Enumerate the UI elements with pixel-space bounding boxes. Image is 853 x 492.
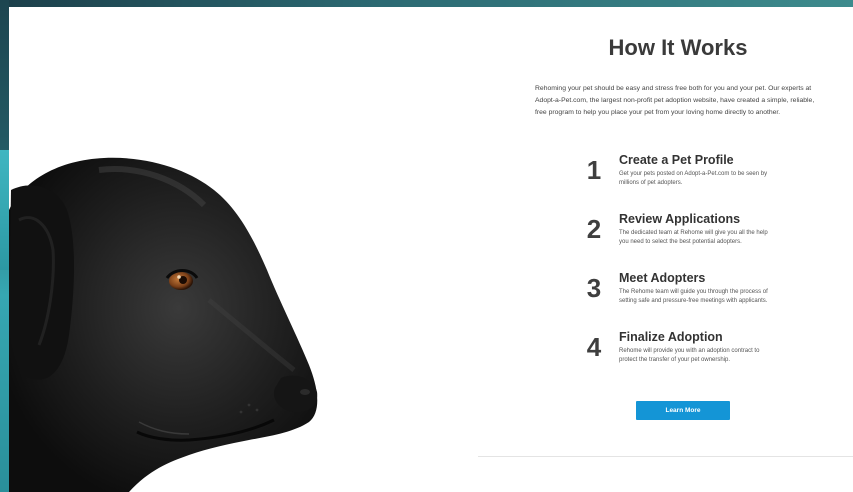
top-frame-bar xyxy=(0,0,853,7)
step-description: The dedicated team at Rehome will give y… xyxy=(619,230,768,245)
step-number: 3 xyxy=(586,273,602,303)
step-number: 1 xyxy=(586,155,602,185)
step-title: Review Applications xyxy=(619,212,741,226)
step-number: 2 xyxy=(586,214,602,244)
step-item: 4 Finalize Adoption Rehome will provide … xyxy=(582,330,782,389)
step-title: Meet Adopters xyxy=(619,271,706,285)
step-item: 1 Create a Pet Profile Get your pets pos… xyxy=(582,153,782,212)
learn-more-button[interactable]: Learn More xyxy=(636,401,730,420)
left-frame-accent xyxy=(0,150,9,270)
section-divider xyxy=(478,456,853,457)
steps-list: 1 Create a Pet Profile Get your pets pos… xyxy=(582,153,782,389)
dog-image xyxy=(9,150,339,492)
section-intro: Rehoming your pet should be easy and str… xyxy=(535,85,815,116)
step-number: 4 xyxy=(586,332,602,362)
step-title: Finalize Adoption xyxy=(619,330,723,344)
step-item: 2 Review Applications The dedicated team… xyxy=(582,212,782,271)
step-title: Create a Pet Profile xyxy=(619,153,734,167)
step-description: Rehome will provide you with an adoption… xyxy=(619,348,760,363)
step-description: Get your pets posted on Adopt-a-Pet.com … xyxy=(619,171,768,186)
section-title: How It Works xyxy=(608,35,748,60)
step-description: The Rehome team will guide you through t… xyxy=(619,289,768,304)
how-it-works-section: How It Works Rehoming your pet should be… xyxy=(535,35,815,420)
step-item: 3 Meet Adopters The Rehome team will gui… xyxy=(582,271,782,330)
